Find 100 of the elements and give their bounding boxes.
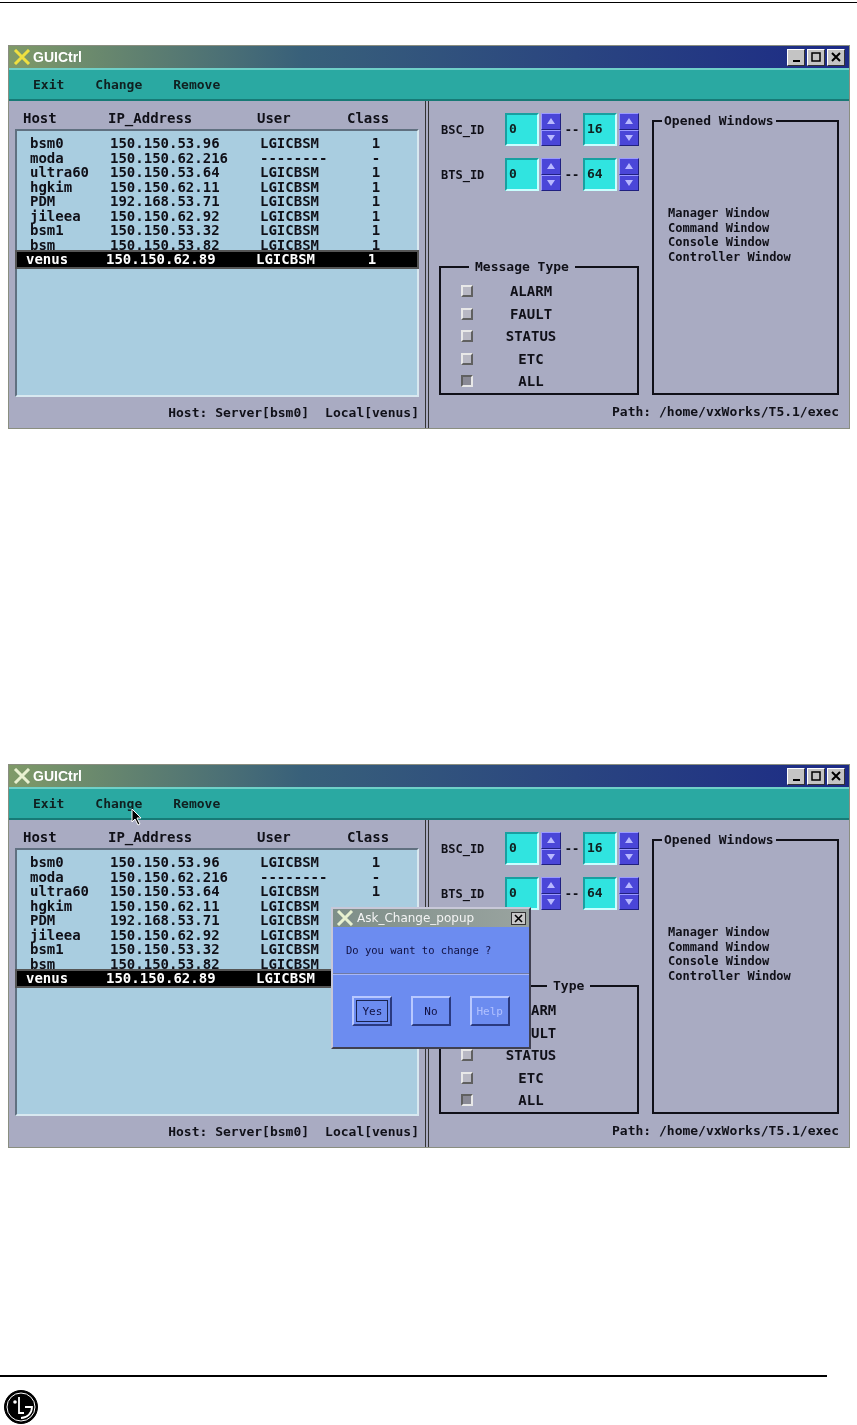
- range-start-field[interactable]: 0: [505, 877, 539, 910]
- range-end-field[interactable]: 16: [583, 832, 617, 865]
- range-separator: --: [563, 886, 581, 901]
- range-end-field[interactable]: 16: [583, 113, 617, 146]
- range-end-field[interactable]: 64: [583, 877, 617, 910]
- range-label: BTS_ID: [440, 886, 486, 901]
- checkbox-label: STATUS: [504, 328, 558, 345]
- checkbox-label: ALL: [517, 373, 545, 390]
- checkbox-label: ETC: [517, 1069, 545, 1086]
- host-row[interactable]: venus 150.150.62.89 LGICBSM 1: [17, 252, 417, 267]
- range-start-field[interactable]: 0: [505, 832, 539, 865]
- range-end-field[interactable]: 64: [583, 158, 617, 191]
- group-title: Opened Windows: [663, 113, 775, 128]
- range-label: BTS_ID: [440, 167, 486, 182]
- group-title: Type: [552, 978, 586, 993]
- host-row[interactable]: bsm0 150.150.53.96 LGICBSM 1: [19, 855, 415, 870]
- caret-up-icon: [624, 162, 634, 171]
- host-row[interactable]: ultra60 150.150.53.64 LGICBSM 1: [19, 884, 415, 899]
- close-button[interactable]: [511, 911, 526, 925]
- logo-icon: [3, 1389, 39, 1425]
- popup-message: Do you want to change ?: [333, 927, 529, 975]
- host-row[interactable]: bsm 150.150.53.82 LGICBSM 1: [19, 237, 415, 252]
- host-row[interactable]: jileea 150.150.62.92 LGICBSM 1: [19, 208, 415, 223]
- spin-up-button[interactable]: [541, 832, 561, 849]
- menu-item[interactable]: Remove: [165, 77, 236, 92]
- range-label: BSC_ID: [440, 841, 486, 856]
- spin-up-button[interactable]: [541, 113, 561, 130]
- host-row[interactable]: hgkim 150.150.62.11 LGICBSM 1: [19, 179, 415, 194]
- window-entry: Command Window: [668, 220, 771, 236]
- range-label: BSC_ID: [440, 122, 486, 137]
- window-title: GUICtrl: [33, 768, 83, 784]
- caret-down-icon: [624, 178, 634, 187]
- range-separator: --: [563, 841, 581, 856]
- menu-item[interactable]: Exit: [25, 796, 80, 811]
- spin-up-button[interactable]: [541, 877, 561, 894]
- host-row[interactable]: PDM 192.168.53.71 LGICBSM 1: [19, 194, 415, 209]
- caret-up-icon: [546, 836, 556, 845]
- spin-up-button[interactable]: [619, 877, 639, 894]
- close-icon: [831, 52, 841, 62]
- menu-item[interactable]: Change: [87, 77, 158, 92]
- host-row[interactable]: bsm1 150.150.53.32 LGICBSM 1: [19, 223, 415, 238]
- window-entry: Command Window: [668, 939, 771, 955]
- caret-up-icon: [546, 117, 556, 126]
- range-start-field[interactable]: 0: [505, 113, 539, 146]
- range-separator: --: [563, 167, 581, 182]
- menu-item[interactable]: Change: [87, 796, 158, 811]
- path-status: Path: /home/vxWorks/T5.1/exec: [612, 404, 839, 419]
- caret-down-icon: [546, 178, 556, 187]
- host-row[interactable]: moda 150.150.62.216 -------- -: [19, 150, 415, 165]
- checkbox[interactable]: [461, 1094, 473, 1107]
- x-logo-icon: [336, 910, 354, 926]
- caret-down-icon: [624, 897, 634, 906]
- spin-up-button[interactable]: [541, 158, 561, 175]
- menu-item[interactable]: Remove: [165, 796, 236, 811]
- column-header: User: [257, 829, 292, 845]
- window-entry: Manager Window: [668, 206, 771, 221]
- menu-item[interactable]: Exit: [25, 77, 80, 92]
- host-row[interactable]: ultra60 150.150.53.64 LGICBSM 1: [19, 165, 415, 180]
- minimize-button[interactable]: [787, 48, 805, 66]
- caret-down-icon: [624, 852, 634, 861]
- window-entry: Manager Window: [668, 925, 771, 940]
- maximize-button[interactable]: [807, 48, 825, 66]
- checkbox-label: ALL: [517, 1092, 545, 1109]
- minimize-icon: [792, 778, 800, 781]
- caret-up-icon: [546, 162, 556, 171]
- caret-up-icon: [624, 836, 634, 845]
- minimize-button[interactable]: [787, 767, 805, 785]
- maximize-button[interactable]: [807, 767, 825, 785]
- host-row[interactable]: bsm0 150.150.53.96 LGICBSM 1: [19, 136, 415, 151]
- column-header: Class: [347, 829, 391, 845]
- maximize-icon: [811, 771, 821, 781]
- checkbox-label: ARM: [531, 1002, 557, 1019]
- host-row[interactable]: moda 150.150.62.216 -------- -: [19, 869, 415, 884]
- x-logo-icon: [13, 768, 31, 784]
- range-start-field[interactable]: 0: [505, 158, 539, 191]
- dialog-button[interactable]: Yes: [352, 996, 393, 1026]
- host-row[interactable]: hgkim 150.150.62.11 LGICBSM: [19, 898, 415, 913]
- close-icon: [514, 913, 523, 923]
- minimize-icon: [792, 59, 800, 62]
- dialog-button[interactable]: No: [411, 996, 451, 1026]
- column-header: Host: [23, 829, 58, 845]
- caret-up-icon: [624, 117, 634, 126]
- caret-down-icon: [546, 133, 556, 142]
- caret-up-icon: [624, 881, 634, 890]
- checkbox-label: ALARM: [508, 283, 554, 300]
- maximize-icon: [811, 52, 821, 62]
- local-status: Local[venus]: [325, 1124, 419, 1139]
- spin-up-button[interactable]: [619, 113, 639, 130]
- close-icon: [831, 771, 841, 781]
- local-status: Local[venus]: [325, 405, 419, 420]
- spin-up-button[interactable]: [619, 832, 639, 849]
- window-entry: Controller Window: [668, 249, 792, 265]
- range-separator: --: [563, 122, 581, 137]
- column-header: IP_Address: [108, 110, 194, 126]
- column-header: IP_Address: [108, 829, 194, 845]
- spin-up-button[interactable]: [619, 158, 639, 175]
- caret-down-icon: [546, 852, 556, 861]
- checkbox-label: ETC: [517, 350, 545, 367]
- checkbox[interactable]: [461, 375, 473, 388]
- group-title: Message Type: [474, 259, 570, 274]
